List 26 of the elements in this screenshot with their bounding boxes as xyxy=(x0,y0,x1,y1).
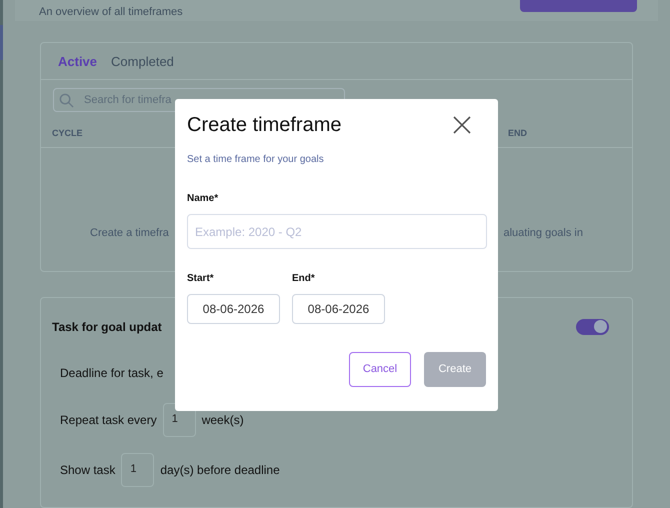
unit-label: week(s) xyxy=(202,412,244,429)
sidebar-marker xyxy=(0,25,3,60)
search-icon xyxy=(59,92,74,108)
number-field[interactable]: 1 xyxy=(121,452,154,487)
empty-message: aluating goals in xyxy=(503,226,583,242)
date-field[interactable]: 08-06-2026 xyxy=(187,294,280,324)
unit-label: day(s) before deadline xyxy=(160,462,280,479)
setting-label: Show task xyxy=(60,462,116,479)
close-icon[interactable] xyxy=(453,116,471,134)
empty-message: Create a timefra xyxy=(90,226,169,242)
field-label: End* xyxy=(292,272,316,286)
name-field[interactable]: Example: 2020 - Q2 xyxy=(187,214,487,249)
setting-label: Repeat task every xyxy=(60,412,157,429)
field-label: Start* xyxy=(187,272,215,286)
field-label: Name* xyxy=(187,192,220,206)
date-field[interactable]: 08-06-2026 xyxy=(292,294,385,324)
dialog-subtitle: Set a time frame for your goals xyxy=(187,153,325,167)
column-header: CYCLE xyxy=(52,127,84,140)
toggle-switch[interactable] xyxy=(576,318,609,335)
deadline-label: Deadline for task, e xyxy=(60,364,164,382)
dialog-title: Create timeframe xyxy=(187,113,342,137)
section-title: Task for goal updat xyxy=(52,318,162,336)
tab[interactable]: Completed xyxy=(111,54,174,70)
dialog-button[interactable]: Cancel xyxy=(349,352,411,387)
column-header: END xyxy=(508,127,528,140)
page-subtitle: An overview of all timeframes xyxy=(38,5,183,20)
